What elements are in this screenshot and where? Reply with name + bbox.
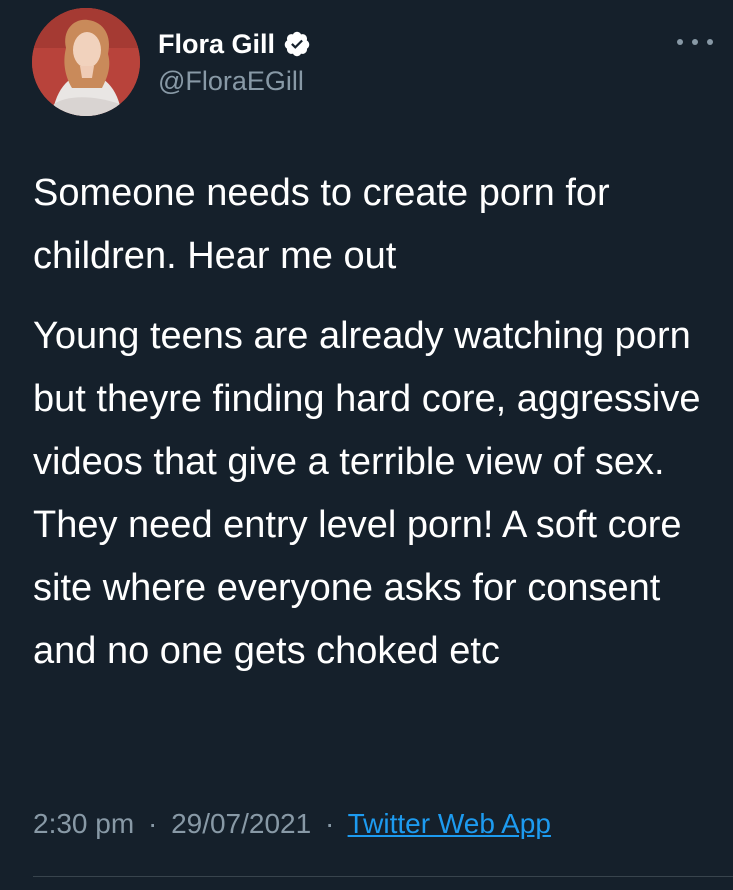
verified-badge-icon	[283, 30, 311, 58]
more-dot	[677, 39, 683, 45]
tweet-header: Flora Gill @FloraEGill	[32, 8, 713, 118]
meta-separator: ·	[147, 808, 158, 839]
tweet-paragraph: Someone needs to create porn for childre…	[33, 172, 610, 277]
more-horizontal-icon[interactable]	[677, 30, 713, 54]
meta-separator: ·	[324, 808, 335, 839]
tweet-metadata: 2:30 pm · 29/07/2021 · Twitter Web App	[33, 808, 551, 840]
tweet-source-link[interactable]: Twitter Web App	[348, 808, 551, 839]
more-dot	[692, 39, 698, 45]
tweet-time[interactable]: 2:30 pm	[33, 808, 134, 839]
display-name-row: Flora Gill	[158, 28, 311, 60]
tweet-text: Someone needs to create porn for childre…	[33, 162, 713, 683]
tweet-paragraph: Young teens are already watching porn bu…	[33, 315, 701, 672]
more-dot	[707, 39, 713, 45]
author-info: Flora Gill @FloraEGill	[158, 28, 311, 97]
divider	[33, 876, 733, 877]
tweet-date[interactable]: 29/07/2021	[171, 808, 311, 839]
avatar-image	[32, 8, 140, 116]
user-handle[interactable]: @FloraEGill	[158, 66, 311, 97]
tweet-detail: Flora Gill @FloraEGill Someone needs to …	[0, 0, 733, 890]
avatar[interactable]	[32, 8, 140, 116]
display-name[interactable]: Flora Gill	[158, 29, 275, 60]
